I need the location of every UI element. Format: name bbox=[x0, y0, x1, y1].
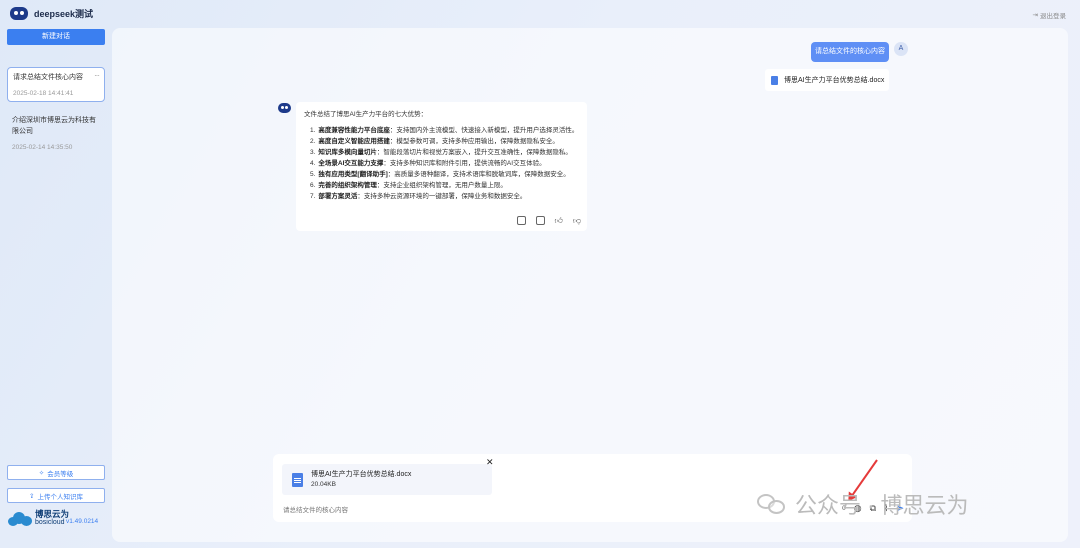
bot-point-number: 1. bbox=[310, 127, 316, 134]
conversation-title: 介绍深圳市博思云为科技有限公司 bbox=[12, 117, 96, 135]
bot-point-body: ：高质量多语种翻译，支持术语库和脱敏词库，保障数据安全。 bbox=[387, 171, 570, 178]
company-logo: 博思云为 bosicloud bbox=[8, 510, 69, 527]
bot-point-head: 高度自定义智能应用搭建 bbox=[318, 138, 390, 145]
copy-icon[interactable] bbox=[516, 216, 526, 225]
message-actions: 👍︎ 👎︎ bbox=[516, 216, 581, 226]
bot-point-head: 知识库多模向量切片 bbox=[318, 149, 377, 156]
bot-point: 7. 部署方案灵活：支持多种云资源环境的一键部署，保障业务和数据安全。 bbox=[310, 191, 579, 202]
bot-point-head: 独有应用类型[翻译助手] bbox=[318, 171, 388, 178]
attachment-name: 博思AI生产力平台优势总结.docx bbox=[311, 470, 412, 478]
app-title: deepseek测试 bbox=[34, 9, 94, 19]
logout-label: 退出登录 bbox=[1040, 13, 1066, 20]
document-icon bbox=[771, 75, 778, 85]
watermark: 公众号 · 博思云为 bbox=[757, 488, 969, 520]
message-input[interactable] bbox=[283, 504, 723, 516]
note-icon[interactable] bbox=[535, 216, 545, 225]
attachment-card[interactable]: 博思AI生产力平台优势总结.docx 20.04KB bbox=[282, 464, 492, 495]
bot-point-head: 全场景AI交互能力支撑 bbox=[318, 160, 384, 167]
more-icon[interactable]: ··· bbox=[94, 71, 100, 80]
bot-point-number: 3. bbox=[310, 149, 316, 156]
bot-point-head: 高度兼容性能力平台底座 bbox=[318, 127, 390, 134]
thumbs-up-icon[interactable]: 👍︎ bbox=[555, 216, 563, 226]
bot-point-number: 4. bbox=[310, 160, 316, 167]
user-message-bubble: 请总结文件的核心内容 bbox=[811, 42, 889, 62]
bot-avatar-icon bbox=[278, 103, 291, 113]
cloud-logo-icon bbox=[8, 511, 32, 526]
company-name-en: bosicloud bbox=[35, 519, 65, 526]
robot-logo-icon bbox=[10, 7, 28, 20]
attachment-size: 20.04KB bbox=[311, 480, 336, 488]
bot-point: 4. 全场景AI交互能力支撑：支持多种知识库和附件引用，提供流畅的AI交互体验。 bbox=[310, 158, 579, 169]
app-brand: deepseek测试 bbox=[10, 7, 93, 20]
watermark-text: 公众号 · 博思云为 bbox=[795, 493, 969, 518]
bot-message: 文件总结了博思AI生产力平台的七大优势： 1. 高度兼容性能力平台底座：支持国内外… bbox=[296, 102, 587, 231]
bot-intro: 文件总结了博思AI生产力平台的七大优势： bbox=[304, 111, 428, 118]
bot-point-body: ：支持国内外主流模型、快速接入新模型，提升用户选择灵活性。 bbox=[389, 127, 579, 134]
conversation-title: 请求总结文件核心内容 bbox=[13, 74, 83, 81]
conversation-item[interactable]: 请求总结文件核心内容 2025-02-18 14:41:41 ··· bbox=[7, 67, 105, 102]
bot-point-number: 5. bbox=[310, 171, 316, 178]
membership-button[interactable]: ✧ 会员等级 bbox=[7, 465, 105, 480]
bot-point-body: ：智能段落切片和视觉方案嵌入，提升交互准确性，保障数据隐私。 bbox=[376, 149, 572, 156]
bot-point: 6. 完善的组织架构管理：支持企业组织架构管理，无用户数量上限。 bbox=[310, 180, 579, 191]
user-file-name: 博思AI生产力平台优势总结.docx bbox=[784, 77, 885, 84]
bot-point: 5. 独有应用类型[翻译助手]：高质量多语种翻译，支持术语库和脱敏词库，保障数据安… bbox=[310, 169, 579, 180]
bot-point-body: ：支持多种云资源环境的一键部署，保障业务和数据安全。 bbox=[357, 193, 527, 200]
upload-icon: ⇪ bbox=[29, 492, 35, 500]
bot-points-list: 1. 高度兼容性能力平台底座：支持国内外主流模型、快速接入新模型，提升用户选择灵活… bbox=[304, 125, 579, 202]
bot-point-body: ：支持多种知识库和附件引用，提供流畅的AI交互体验。 bbox=[383, 160, 546, 167]
close-icon[interactable]: ✕ bbox=[486, 457, 494, 468]
bot-point: 1. 高度兼容性能力平台底座：支持国内外主流模型、快速接入新模型，提升用户选择灵活… bbox=[310, 125, 579, 136]
sparkle-icon: ✧ bbox=[38, 469, 45, 477]
bot-point-head: 部署方案灵活 bbox=[318, 193, 358, 200]
bot-point-head: 完善的组织架构管理 bbox=[318, 182, 377, 189]
bot-point-number: 7. bbox=[310, 193, 316, 200]
sidebar: deepseek测试 新建对话 请求总结文件核心内容 2025-02-18 14… bbox=[0, 0, 112, 548]
thumbs-down-icon[interactable]: 👎︎ bbox=[573, 216, 581, 226]
user-file-attachment[interactable]: 博思AI生产力平台优势总结.docx bbox=[765, 69, 889, 91]
conversation-time: 2025-02-18 14:41:41 bbox=[13, 90, 74, 97]
membership-label: 会员等级 bbox=[47, 470, 74, 478]
new-chat-button[interactable]: 新建对话 bbox=[7, 29, 105, 45]
bot-point: 3. 知识库多模向量切片：智能段落切片和视觉方案嵌入，提升交互准确性，保障数据隐私… bbox=[310, 147, 579, 158]
logout-icon: ⇥ bbox=[1032, 12, 1038, 19]
version-label: v1.49.0214 bbox=[66, 518, 99, 525]
company-name-cn: 博思云为 bbox=[35, 509, 70, 519]
bot-point-number: 6. bbox=[310, 182, 316, 189]
conversation-item[interactable]: 介绍深圳市博思云为科技有限公司 2025-02-14 14:35:50 bbox=[7, 111, 105, 155]
chat-panel: 请总结文件的核心内容 A 博思AI生产力平台优势总结.docx 文件总结了博思A… bbox=[112, 28, 1068, 542]
document-icon bbox=[292, 472, 303, 487]
bot-point-body: ：支持企业组织架构管理，无用户数量上限。 bbox=[376, 182, 507, 189]
conversation-time: 2025-02-14 14:35:50 bbox=[12, 144, 73, 151]
upload-knowledge-button[interactable]: ⇪ 上传个人知识库 bbox=[7, 488, 105, 503]
wechat-icon bbox=[757, 492, 787, 516]
upload-label: 上传个人知识库 bbox=[37, 493, 83, 501]
bot-point: 2. 高度自定义智能应用搭建：模型参数可调，支持多种应用输出，保障数据隐私安全。 bbox=[310, 136, 579, 147]
bot-point-number: 2. bbox=[310, 138, 316, 145]
user-avatar: A bbox=[894, 42, 908, 56]
bot-point-body: ：模型参数可调，支持多种应用输出，保障数据隐私安全。 bbox=[389, 138, 559, 145]
logout-button[interactable]: ⇥ 退出登录 bbox=[1033, 10, 1066, 20]
